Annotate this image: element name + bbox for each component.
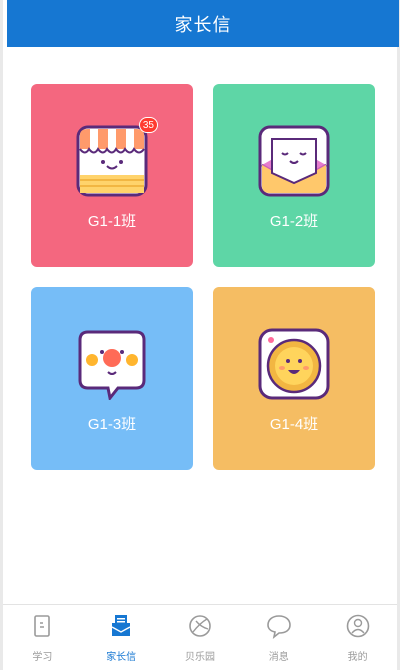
class-card-g1-3[interactable]: G1-3班 bbox=[31, 287, 193, 470]
unread-badge: 35 bbox=[138, 117, 158, 133]
profile-person-icon bbox=[345, 613, 371, 644]
tab-label: 家长信 bbox=[106, 652, 137, 663]
tab-parent-letter[interactable]: 家长信 bbox=[82, 605, 161, 670]
message-bubble-icon bbox=[266, 613, 292, 644]
tab-messages[interactable]: 消息 bbox=[239, 605, 318, 670]
bottom-tab-bar: 学习 家长信 贝乐园 消息 我的 bbox=[3, 604, 397, 670]
tab-label: 贝乐园 bbox=[184, 652, 215, 663]
tab-study[interactable]: 学习 bbox=[3, 605, 82, 670]
app-screen: 家长信 35 G1-1班 G1-2班 G1-3班 G1-4班 学习 家长信 贝乐… bbox=[0, 0, 400, 670]
class-card-g1-1[interactable]: 35 G1-1班 bbox=[31, 84, 193, 267]
shop-awning-face-icon: 35 bbox=[76, 117, 158, 197]
tab-label: 学习 bbox=[32, 652, 53, 663]
tab-paradise[interactable]: 贝乐园 bbox=[161, 605, 240, 670]
speech-bubble-face-icon bbox=[76, 328, 148, 402]
tab-label: 我的 bbox=[347, 652, 368, 663]
class-label: G1-4班 bbox=[269, 416, 319, 433]
tab-label: 消息 bbox=[268, 652, 289, 663]
paradise-ball-icon bbox=[187, 613, 213, 644]
smiley-coin-icon bbox=[258, 328, 330, 400]
top-nav-bar: 家长信 bbox=[7, 0, 399, 47]
class-card-g1-2[interactable]: G1-2班 bbox=[213, 84, 375, 267]
page-title: 家长信 bbox=[174, 14, 232, 35]
parent-letter-icon bbox=[108, 613, 134, 644]
class-label: G1-2班 bbox=[269, 213, 319, 230]
class-card-g1-4[interactable]: G1-4班 bbox=[213, 287, 375, 470]
class-label: G1-3班 bbox=[87, 416, 137, 433]
study-book-icon bbox=[29, 613, 55, 644]
envelope-face-icon bbox=[258, 125, 330, 197]
tab-profile[interactable]: 我的 bbox=[318, 605, 397, 670]
class-label: G1-1班 bbox=[87, 213, 137, 230]
